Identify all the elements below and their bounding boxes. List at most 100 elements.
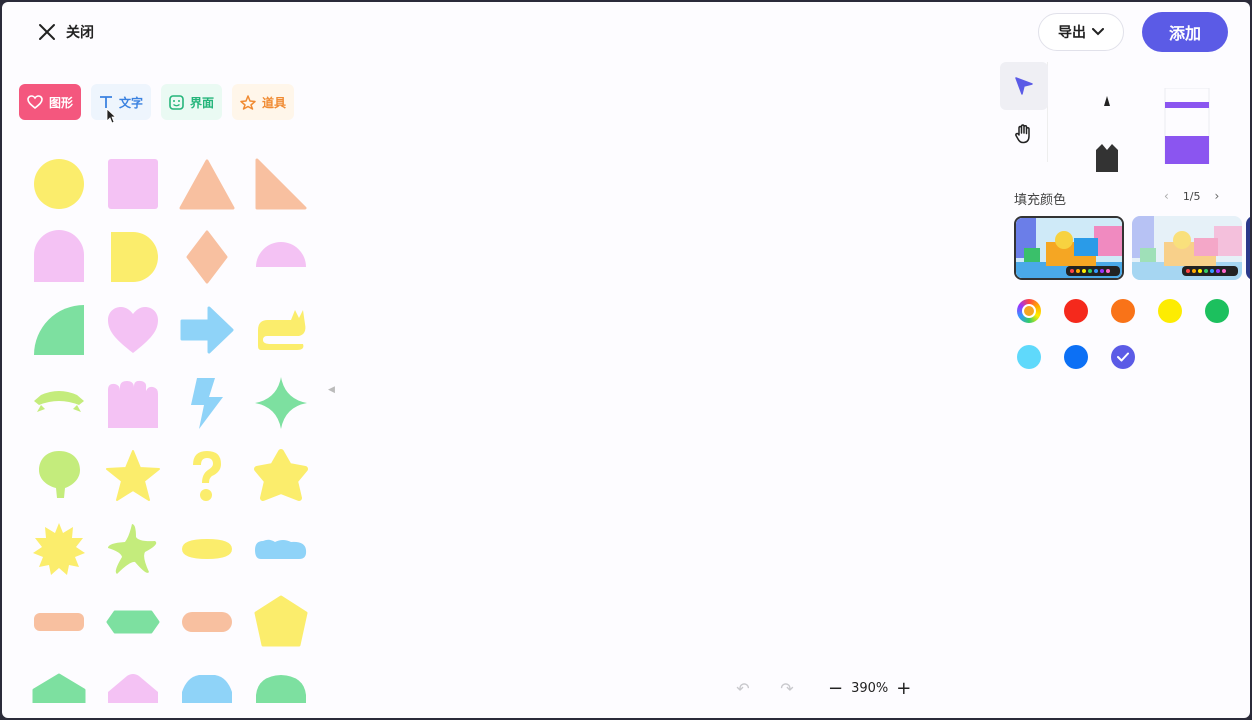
hand-icon: [1015, 124, 1030, 144]
shape-sun[interactable]: [22, 512, 96, 585]
shape-dome[interactable]: [170, 658, 244, 703]
zoom-in-icon[interactable]: +: [896, 678, 911, 699]
heart-shape-icon: [108, 306, 158, 353]
next-page-icon[interactable]: ›: [1215, 189, 1220, 203]
shape-rounded-star[interactable]: [244, 439, 312, 512]
zoom-level: 390%: [851, 681, 889, 696]
rounded-star-shape-icon: [254, 448, 308, 501]
theme-thumbnail-1[interactable]: [1014, 216, 1124, 280]
pen-preview-icon: [1096, 96, 1118, 172]
shape-d[interactable]: [96, 220, 170, 293]
shape-arrow[interactable]: [170, 293, 244, 366]
shape-ribbon[interactable]: [22, 366, 96, 439]
shape-sparkle[interactable]: [244, 366, 312, 439]
select-tool-button[interactable]: [1000, 62, 1048, 110]
prop-icon: [240, 94, 256, 110]
ribbon-shape-icon: [34, 390, 84, 412]
shape-square[interactable]: [96, 147, 170, 220]
tab-props[interactable]: 道具: [232, 84, 295, 120]
d-shape-icon: [111, 231, 158, 282]
shape-lens[interactable]: [170, 512, 244, 585]
shape-circle[interactable]: [22, 147, 96, 220]
hexagon-wide-shape-icon: [106, 610, 160, 633]
shape-balloon[interactable]: [22, 439, 96, 512]
sparkle-shape-icon: [255, 376, 307, 429]
color-swatch-red[interactable]: [1064, 299, 1088, 323]
cursor-icon: [1015, 77, 1033, 95]
theme-pager: ‹ 1/5 ›: [1164, 189, 1219, 203]
house-soft-shape-icon: [108, 673, 158, 703]
star-shape-icon: [106, 449, 160, 501]
shape-stadium[interactable]: [170, 585, 244, 658]
shape-dome-round[interactable]: [244, 658, 312, 703]
tab-text[interactable]: 文字: [91, 84, 152, 120]
color-swatch-light-blue[interactable]: [1017, 345, 1041, 369]
zoom-bar: ↶ ↷ − 390% +: [732, 678, 911, 699]
shape-lightning[interactable]: [170, 366, 244, 439]
shape-arch[interactable]: [22, 220, 96, 293]
house-shape-icon: [32, 673, 86, 703]
color-swatch-blue[interactable]: [1064, 345, 1088, 369]
shape-quarter-circle[interactable]: [22, 293, 96, 366]
lightning-shape-icon: [191, 377, 223, 429]
prev-page-icon[interactable]: ‹: [1164, 189, 1169, 203]
castle-shape-icon: [108, 380, 158, 428]
zoom-out-icon[interactable]: −: [828, 678, 843, 699]
shape-hexagon-wide[interactable]: [96, 585, 170, 658]
chevron-down-icon: [1092, 28, 1104, 36]
export-button[interactable]: 导出: [1038, 13, 1124, 51]
train-scene-image: [1016, 218, 1122, 278]
sticker-icon: [169, 94, 184, 110]
arrow-shape-icon: [180, 306, 234, 353]
shape-star[interactable]: [96, 439, 170, 512]
export-label: 导出: [1058, 25, 1086, 41]
text-icon: [100, 96, 113, 108]
theme-thumbnail-3[interactable]: [1246, 216, 1250, 280]
shape-right-triangle[interactable]: [244, 147, 312, 220]
shape-starfish[interactable]: [96, 512, 170, 585]
color-swatch-yellow[interactable]: [1158, 299, 1182, 323]
tab-label: 图形: [49, 95, 74, 110]
cloud-shape-icon: [255, 539, 307, 559]
undo-icon[interactable]: ↶: [732, 679, 754, 698]
dome-round-shape-icon: [256, 674, 306, 703]
shape-diamond[interactable]: [170, 220, 244, 293]
question-mark-shape-icon: [193, 450, 221, 501]
color-swatch-gradient[interactable]: [1017, 299, 1041, 323]
panel-collapse-handle[interactable]: ◀: [328, 385, 338, 397]
tool-column: [1000, 62, 1048, 162]
tab-interface[interactable]: 界面: [161, 84, 223, 120]
shape-pill[interactable]: [22, 585, 96, 658]
hand-tool-button[interactable]: [1000, 110, 1048, 158]
gradient-inner-dot: [1022, 304, 1036, 318]
tab-shapes[interactable]: 图形: [19, 84, 82, 120]
shape-cat[interactable]: [244, 293, 312, 366]
checkmark-icon: [1117, 352, 1129, 362]
semicircle-shape-icon: [256, 241, 306, 267]
shape-castle[interactable]: [96, 366, 170, 439]
color-swatch-orange[interactable]: [1111, 299, 1135, 323]
mouse-cursor-icon: [106, 108, 116, 124]
shape-semicircle[interactable]: [244, 220, 312, 293]
color-swatch-green[interactable]: [1205, 299, 1229, 323]
redo-icon[interactable]: ↷: [776, 679, 798, 698]
balloon-shape-icon: [39, 450, 80, 498]
close-button[interactable]: 关闭: [38, 22, 94, 42]
shape-cloud[interactable]: [244, 512, 312, 585]
shape-pentagon[interactable]: [244, 585, 312, 658]
shape-triangle[interactable]: [170, 147, 244, 220]
circle-shape-icon: [34, 158, 84, 209]
shape-heart[interactable]: [96, 293, 170, 366]
shape-house[interactable]: [22, 658, 96, 703]
dome-shape-icon: [182, 674, 232, 703]
heart-icon: [27, 95, 43, 109]
starfish-shape-icon: [108, 523, 157, 574]
shape-question-mark[interactable]: [170, 439, 244, 512]
color-swatch-purple[interactable]: [1111, 345, 1135, 369]
lens-shape-icon: [182, 538, 232, 559]
add-button[interactable]: 添加: [1142, 12, 1228, 52]
theme-thumbnail-2[interactable]: [1132, 216, 1242, 280]
shape-house-soft[interactable]: [96, 658, 170, 703]
diamond-shape-icon: [186, 230, 228, 283]
theme-thumbnails: [1014, 216, 1250, 282]
